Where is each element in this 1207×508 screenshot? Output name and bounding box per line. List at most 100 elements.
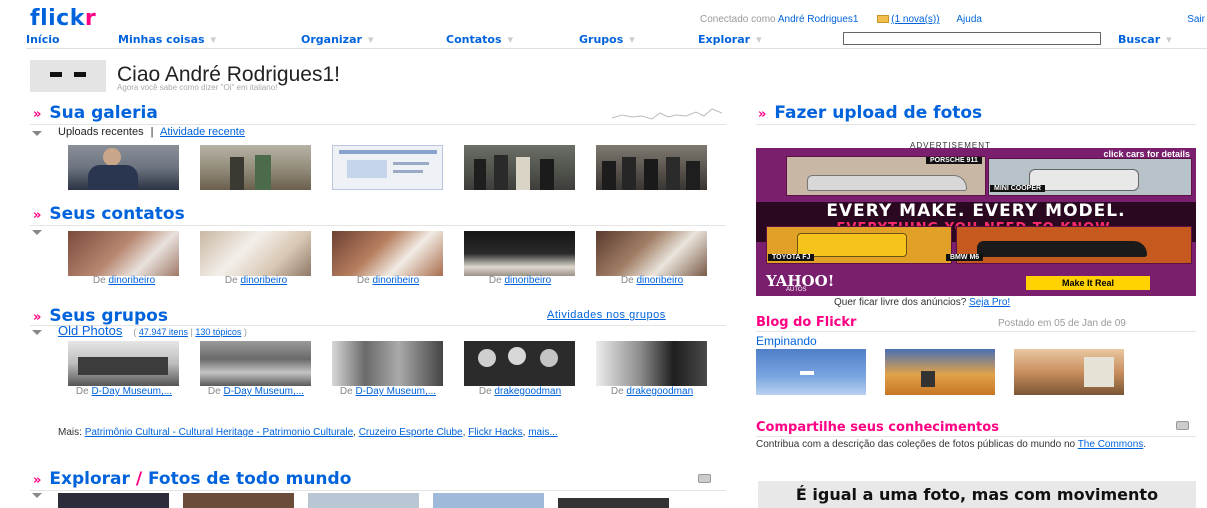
group-items-link[interactable]: 47.947 itens <box>139 327 188 337</box>
chevron-down-icon[interactable]: ▾ <box>211 33 217 46</box>
group-link[interactable]: Patrimônio Cultural - Cultural Heritage … <box>85 427 353 438</box>
car-image[interactable] <box>956 226 1192 264</box>
group-photo-user-link[interactable]: D-Day Museum,... <box>356 386 437 397</box>
group-photo-user-link[interactable]: D-Day Museum,... <box>92 386 173 397</box>
explore-slash: / <box>135 469 143 489</box>
chevron-down-icon[interactable]: ▾ <box>629 33 635 46</box>
upload-heading[interactable]: » Fazer upload de fotos <box>758 103 982 123</box>
video-promo[interactable]: É igual a uma foto, mas com movimento <box>758 481 1196 508</box>
tab-recent-activity[interactable]: Atividade recente <box>160 126 245 138</box>
nav-groups[interactable]: Grupos ▾ <box>579 33 635 46</box>
nav-home[interactable]: Início <box>26 33 60 46</box>
blog-title[interactable]: Blog do Flickr <box>756 315 856 330</box>
help-link[interactable]: Ajuda <box>956 14 982 25</box>
contact-photo[interactable] <box>464 231 575 276</box>
gallery-photo[interactable] <box>596 145 707 190</box>
collapse-toggle-icon[interactable] <box>32 131 42 136</box>
explore-photo[interactable] <box>183 493 294 508</box>
nav-organize[interactable]: Organizar ▾ <box>301 33 373 46</box>
collapse-toggle-icon[interactable] <box>32 330 42 335</box>
explore-photo[interactable] <box>58 493 169 508</box>
contact-user-link[interactable]: dinoribeiro <box>240 275 287 286</box>
group-photo[interactable] <box>332 341 443 386</box>
greeting-subtitle: Agora você sabe como dizer "Oi" em itali… <box>117 83 278 92</box>
nav-my-stuff[interactable]: Minhas coisas ▾ <box>118 33 216 46</box>
contact-photo[interactable] <box>68 231 179 276</box>
section-divider <box>30 124 726 125</box>
ad-free-text: Quer ficar livre dos anúncios? Seja Pro! <box>834 297 1010 308</box>
gallery-photo[interactable] <box>464 145 575 190</box>
tab-recent-uploads[interactable]: Uploads recentes <box>58 126 144 138</box>
collapse-toggle-icon[interactable] <box>32 493 42 498</box>
chevron-down-icon[interactable]: ▾ <box>508 33 514 46</box>
more-groups-link[interactable]: mais... <box>528 427 557 438</box>
nav-organize-label: Organizar <box>301 33 362 46</box>
blog-post-link[interactable]: Empinando <box>756 334 817 348</box>
logo-text: flick <box>30 6 85 31</box>
advertisement-banner[interactable]: click cars for details PORSCHE 911 MINI … <box>756 148 1196 296</box>
share-knowledge-title[interactable]: Compartilhe seus conhecimentos <box>756 420 999 435</box>
group-link[interactable]: Flickr Hacks <box>468 427 522 438</box>
explore-photo[interactable] <box>308 493 419 508</box>
explore-heading[interactable]: » Explorar / Fotos de todo mundo <box>33 469 351 489</box>
chevron-down-icon[interactable]: ▾ <box>1166 33 1172 46</box>
section-arrow-icon: » <box>33 107 42 122</box>
gallery-heading[interactable]: » Sua galeria <box>33 103 158 123</box>
group-link[interactable]: Cruzeiro Esporte Clube <box>359 427 463 438</box>
gallery-photo[interactable] <box>68 145 179 190</box>
contact-caption: De dinoribeiro <box>588 276 716 286</box>
search-input[interactable] <box>843 32 1101 45</box>
slideshow-icon[interactable] <box>698 474 711 483</box>
nav-contacts[interactable]: Contatos ▾ <box>446 33 513 46</box>
group-photo[interactable] <box>464 341 575 386</box>
group-stats: ( 47.947 itens | 130 tópicos ) <box>133 327 247 337</box>
commons-icon[interactable] <box>1176 421 1189 430</box>
flickr-logo[interactable]: flickr <box>30 6 96 31</box>
explore-photo[interactable] <box>558 498 669 508</box>
gallery-photo[interactable] <box>332 145 443 190</box>
group-photo[interactable] <box>200 341 311 386</box>
username-link[interactable]: André Rodrigues1 <box>778 14 859 25</box>
contact-user-link[interactable]: dinoribeiro <box>372 275 419 286</box>
share-knowledge-text: Contribua com a descrição das coleções d… <box>756 439 1176 451</box>
contact-user-link[interactable]: dinoribeiro <box>108 275 155 286</box>
caption-from: De <box>478 386 492 397</box>
contact-user-link[interactable]: dinoribeiro <box>636 275 683 286</box>
contacts-heading[interactable]: » Seus contatos <box>33 204 185 224</box>
buddy-eye <box>74 72 86 77</box>
group-photo[interactable] <box>596 341 707 386</box>
explore-photo[interactable] <box>433 493 544 508</box>
go-pro-link[interactable]: Seja Pro! <box>969 297 1010 308</box>
group-photo-caption: De drakegoodman <box>456 387 584 397</box>
groups-activity-link[interactable]: Atividades nos grupos <box>547 309 666 321</box>
collapse-toggle-icon[interactable] <box>32 230 42 235</box>
group-photo[interactable] <box>68 341 179 386</box>
chevron-down-icon[interactable]: ▾ <box>756 33 762 46</box>
chevron-down-icon[interactable]: ▾ <box>368 33 374 46</box>
search-button[interactable]: Buscar ▾ <box>1118 33 1172 46</box>
group-name-link[interactable]: Old Photos <box>58 323 122 338</box>
contact-photo[interactable] <box>596 231 707 276</box>
group-photo-user-link[interactable]: drakegoodman <box>626 386 693 397</box>
mail-icon[interactable] <box>877 15 890 24</box>
contact-photo[interactable] <box>200 231 311 276</box>
sign-out-link[interactable]: Sair <box>1187 14 1205 25</box>
gallery-photo[interactable] <box>200 145 311 190</box>
new-messages-link[interactable]: (1 nova(s)) <box>891 14 939 25</box>
group-photo-user-link[interactable]: drakegoodman <box>494 386 561 397</box>
group-header: Old Photos ( 47.947 itens | 130 tópicos … <box>58 323 247 338</box>
buddy-icon[interactable] <box>30 60 106 92</box>
group-topics-link[interactable]: 130 tópicos <box>195 327 241 337</box>
blog-photo[interactable] <box>885 349 995 395</box>
blog-photo[interactable] <box>756 349 866 395</box>
caption-from: De <box>620 275 634 286</box>
gallery-title: Sua galeria <box>49 103 158 123</box>
ad-cta-button[interactable]: Make It Real <box>1026 276 1150 290</box>
contact-user-link[interactable]: dinoribeiro <box>504 275 551 286</box>
section-arrow-icon: » <box>33 310 42 325</box>
the-commons-link[interactable]: The Commons <box>1078 439 1144 450</box>
group-photo-user-link[interactable]: D-Day Museum,... <box>224 386 305 397</box>
blog-photo[interactable] <box>1014 349 1124 395</box>
nav-explore[interactable]: Explorar ▾ <box>698 33 762 46</box>
contact-photo[interactable] <box>332 231 443 276</box>
